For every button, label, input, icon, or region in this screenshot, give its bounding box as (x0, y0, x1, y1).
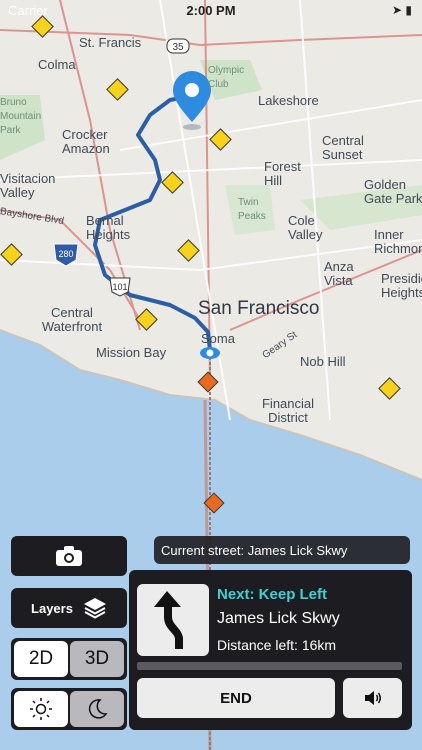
map-label-inner-richmond: Inner Richmond (374, 227, 422, 256)
mode-3d-button[interactable]: 3D (70, 641, 124, 677)
map-label-nob-hill: Nob Hill (300, 354, 346, 369)
map-label-crocker-amazon: Crocker Amazon (62, 127, 110, 156)
map-label-forest-hill: Forest Hill (264, 159, 301, 188)
layers-label: Layers (31, 600, 73, 616)
map-label-twin-peaks: Twin Peaks (238, 197, 266, 222)
sun-icon (30, 698, 52, 720)
current-street-banner: Current street: James Lick Skwy (154, 536, 410, 564)
status-time: 2:00 PM (186, 3, 236, 18)
map-label-visitacion-valley: Visitacion Valley (0, 171, 56, 200)
theme-toggle (11, 688, 127, 730)
map-label-presidio-heights: Presidio Heights (381, 271, 422, 300)
layers-button[interactable]: Layers (11, 588, 127, 628)
current-street-text: Current street: James Lick Skwy (161, 542, 348, 558)
map-label-colma: Colma (38, 57, 76, 72)
next-street-name: James Lick Skwy (217, 610, 340, 627)
end-navigation-button[interactable]: END (137, 678, 335, 718)
map-label-bruno-mountain: Bruno Mountain Park (0, 97, 42, 136)
map-label-st-francis: St. Francis (79, 35, 142, 50)
svg-text:101: 101 (112, 282, 127, 292)
map-label-bernal-heights: Bernal Heights (86, 213, 131, 242)
svg-text:280: 280 (58, 249, 73, 259)
sound-button[interactable] (343, 678, 402, 718)
map-label-cole-valley: Cole Valley (288, 213, 323, 242)
distance-left: Distance left: 16km (217, 637, 337, 653)
map-label-golden-gate-park: Golden Gate Park (364, 177, 422, 206)
map-label-soma: Soma (201, 331, 235, 346)
day-mode-button[interactable] (14, 691, 68, 727)
speaker-icon (364, 691, 381, 705)
camera-icon (56, 546, 82, 566)
keep-left-arrow-icon (154, 591, 183, 649)
camera-button[interactable] (11, 536, 127, 576)
highway-shield-35: 35 (166, 38, 190, 54)
map-label-anza-vista: Anza Vista (324, 259, 354, 288)
map-label-central-sunset: Central Sunset (322, 133, 364, 162)
map-label-lakeshore: Lakeshore (258, 93, 319, 108)
svg-text:35: 35 (172, 42, 184, 53)
status-bar: Carrier 2:00 PM ➤ ▮ (0, 0, 422, 22)
map-label-san-francisco: San Francisco (198, 298, 320, 319)
navigation-panel: Next: Keep Left James Lick Skwy Distance… (129, 570, 412, 730)
next-maneuver-label: Next: Keep Left (217, 586, 328, 603)
map-label-mission-bay: Mission Bay (96, 345, 167, 360)
view-mode-toggle: 2D 3D (11, 638, 127, 680)
status-indicators: ➤ ▮ (392, 3, 412, 17)
turn-instruction-tile (137, 584, 209, 656)
map-label-financial-district: Financial District (261, 396, 315, 425)
map-label-central-waterfront: Central Waterfront (41, 305, 103, 334)
mode-2d-button[interactable]: 2D (14, 641, 68, 677)
current-location-icon (200, 347, 220, 359)
night-mode-button[interactable] (70, 691, 124, 727)
layers-icon (83, 598, 106, 619)
moon-icon (88, 699, 108, 719)
progress-bar (137, 662, 402, 670)
map-label-olympic-club: Olympic Club (208, 65, 245, 90)
